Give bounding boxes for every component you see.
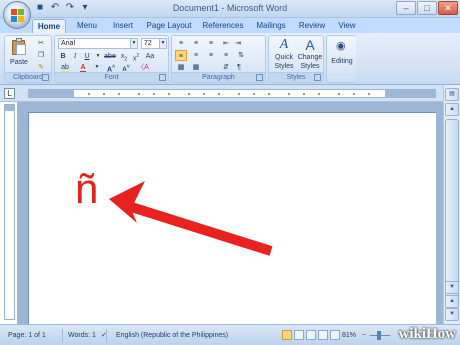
tab-review[interactable]: Review xyxy=(296,19,328,33)
bold-icon[interactable]: B xyxy=(58,51,68,62)
zoom-out-icon[interactable]: − xyxy=(360,330,368,341)
annotation-arrow-icon xyxy=(109,181,273,256)
draft-view-icon[interactable] xyxy=(330,330,340,340)
clipboard-launcher-icon[interactable] xyxy=(42,74,49,81)
vertical-scrollbar[interactable]: ▤ ▲ ▼ ▲ ▼ xyxy=(443,85,460,324)
zoom-level[interactable]: 81% xyxy=(342,330,356,341)
font-launcher-icon[interactable] xyxy=(159,74,166,81)
editing-button[interactable]: Editing xyxy=(327,56,357,67)
office-logo-icon xyxy=(11,9,24,22)
close-button[interactable]: ✕ xyxy=(438,1,458,15)
styles-group: A Quick Styles A Change Styles Styles xyxy=(268,35,324,83)
view-buttons xyxy=(282,330,340,341)
next-page-button[interactable]: ▼ xyxy=(445,308,459,321)
chevron-down-icon: ▼ xyxy=(130,39,137,48)
italic-icon[interactable]: I xyxy=(70,51,80,62)
maximize-button[interactable]: □ xyxy=(417,1,437,15)
chevron-down-icon: ▼ xyxy=(159,39,166,48)
strikethrough-icon[interactable]: abe xyxy=(104,51,116,62)
change-styles-label-2: Styles xyxy=(300,63,320,70)
proofing-icon[interactable]: ✓ xyxy=(101,330,111,341)
align-center-icon[interactable]: ≡ xyxy=(190,50,202,61)
scroll-up-button[interactable]: ▲ xyxy=(445,103,459,116)
paragraph-launcher-icon[interactable] xyxy=(256,74,263,81)
justify-icon[interactable]: ≡ xyxy=(220,50,232,61)
bullets-icon[interactable]: ≡ xyxy=(175,38,187,49)
clipboard-group: Paste ✂ ❐ ✎ Clipboard xyxy=(4,35,52,83)
horizontal-ruler-bar: L xyxy=(0,85,460,102)
align-left-icon[interactable]: ≡ xyxy=(175,50,187,61)
font-group: Arial ▼ 72 ▼ B I U ▼ abe x2 x2 Aa ab A ▼ A… xyxy=(54,35,169,83)
decrease-indent-icon[interactable]: ⇤ xyxy=(221,38,231,49)
change-styles-icon: A xyxy=(305,37,315,53)
change-case-icon[interactable]: Aa xyxy=(144,51,156,62)
font-size-value: 72 xyxy=(144,40,152,47)
paragraph-label: Paragraph xyxy=(172,72,265,82)
ribbon: Paste ✂ ❐ ✎ Clipboard Arial ▼ 72 ▼ B I U ▼… xyxy=(0,33,460,85)
status-bar: Page: 1 of 1 Words: 1 ✓ English (Republi… xyxy=(0,324,460,345)
print-layout-icon[interactable] xyxy=(282,330,292,340)
change-styles-button[interactable]: A Change Styles xyxy=(297,37,323,73)
tab-selector[interactable]: L xyxy=(4,88,15,99)
office-button[interactable] xyxy=(3,1,31,29)
paste-button[interactable]: Paste xyxy=(9,57,29,68)
underline-icon[interactable]: U xyxy=(82,51,92,62)
subscript-icon[interactable]: x2 xyxy=(119,51,129,62)
paste-icon[interactable] xyxy=(11,38,27,56)
top-margin xyxy=(5,105,14,111)
tab-menu[interactable]: Menu xyxy=(70,19,104,33)
zoom-slider-thumb[interactable] xyxy=(377,331,381,340)
tab-references[interactable]: References xyxy=(200,19,246,33)
font-family-select[interactable]: Arial ▼ xyxy=(58,38,138,49)
superscript-icon[interactable]: x2 xyxy=(131,51,141,62)
full-screen-reading-icon[interactable] xyxy=(294,330,304,340)
font-size-select[interactable]: 72 ▼ xyxy=(141,38,167,49)
cut-icon[interactable]: ✂ xyxy=(35,38,47,49)
vertical-ruler[interactable] xyxy=(4,104,15,320)
web-layout-icon[interactable] xyxy=(306,330,316,340)
zoom-slider[interactable] xyxy=(370,331,390,340)
quick-styles-button[interactable]: A Quick Styles xyxy=(271,37,297,73)
ruler-ticks xyxy=(88,93,370,95)
editing-group[interactable]: ◉ Editing xyxy=(326,35,356,83)
tab-view[interactable]: View xyxy=(334,19,360,33)
font-label: Font xyxy=(55,72,168,82)
status-separator xyxy=(62,329,63,342)
quick-styles-label: Quick xyxy=(275,54,293,61)
word-count[interactable]: Words: 1 xyxy=(68,330,96,341)
outline-view-icon[interactable] xyxy=(318,330,328,340)
copy-icon[interactable]: ❐ xyxy=(35,50,47,61)
change-styles-label: Change xyxy=(297,54,323,61)
paragraph-group: ≡ ≡ ≡ ⇤ ⇥ ≡ ≡ ≡ ≡ ⇅ ▩ ▦ ⇵ ¶ Paragraph xyxy=(171,35,266,83)
styles-launcher-icon[interactable] xyxy=(314,74,321,81)
document-page[interactable]: ñ xyxy=(28,112,436,324)
line-spacing-icon[interactable]: ⇅ xyxy=(235,50,247,61)
binoculars-icon: ◉ xyxy=(336,40,346,52)
quick-styles-icon: A xyxy=(279,37,289,52)
tab-page-layout[interactable]: Page Layout xyxy=(144,19,194,33)
page-count[interactable]: Page: 1 of 1 xyxy=(8,330,46,341)
previous-page-button[interactable]: ▲ xyxy=(445,295,459,308)
scroll-down-button[interactable]: ▼ xyxy=(445,281,459,294)
watermark: wikiHow xyxy=(398,326,456,342)
language-status[interactable]: English (Republic of the Philippines) xyxy=(116,330,228,341)
chevron-down-icon[interactable]: ▼ xyxy=(94,51,102,62)
ruler-toggle-icon[interactable]: ▤ xyxy=(445,88,459,101)
align-right-icon[interactable]: ≡ xyxy=(205,50,217,61)
increase-indent-icon[interactable]: ⇥ xyxy=(233,38,243,49)
quick-styles-label-2: Styles xyxy=(274,63,294,70)
font-family-value: Arial xyxy=(61,40,76,47)
multilevel-list-icon[interactable]: ≡ xyxy=(205,38,217,49)
window-title: Document1 - Microsoft Word xyxy=(172,3,288,13)
tab-home[interactable]: Home xyxy=(32,19,66,33)
tab-insert[interactable]: Insert xyxy=(106,19,140,33)
ribbon-tabs: Home Menu Insert Page Layout References … xyxy=(0,18,460,33)
scroll-thumb[interactable] xyxy=(445,119,459,299)
tab-mailings[interactable]: Mailings xyxy=(252,19,290,33)
horizontal-ruler[interactable] xyxy=(28,89,436,98)
title-bar: ■ ↶ ↷ ▾ Document1 - Microsoft Word – □ ✕ xyxy=(0,0,460,18)
numbering-icon[interactable]: ≡ xyxy=(190,38,202,49)
minimize-button[interactable]: – xyxy=(396,1,416,15)
